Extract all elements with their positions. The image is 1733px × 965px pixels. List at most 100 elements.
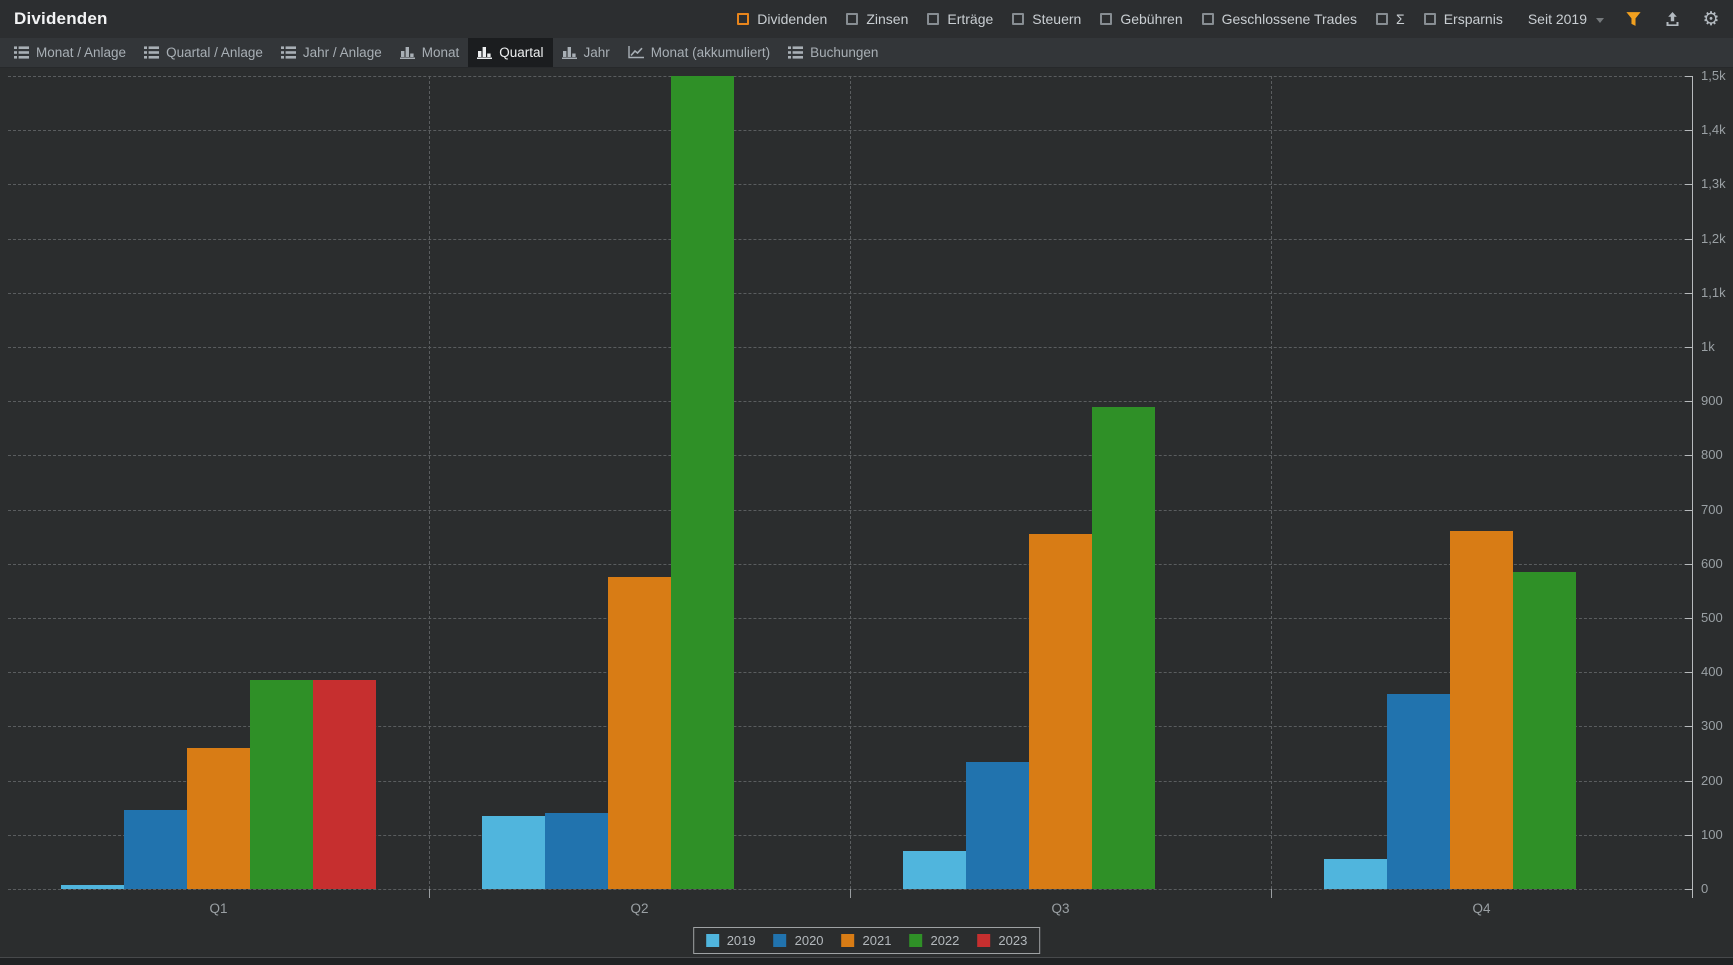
- export-icon[interactable]: [1662, 9, 1682, 29]
- bar-2022-Q1[interactable]: [250, 680, 313, 889]
- axis-tick-y-800: [1685, 455, 1692, 457]
- legend-label: 2022: [930, 933, 960, 948]
- x-axis-label-q1: Q1: [209, 901, 228, 916]
- bar-2021-Q1[interactable]: [187, 748, 250, 889]
- legend-item-2020[interactable]: 2020: [773, 933, 824, 948]
- axis-tick-y-900: [1685, 401, 1692, 403]
- toolbar-item-monat-anlage[interactable]: Monat / Anlage: [5, 38, 135, 67]
- bar-2022-Q2[interactable]: [671, 76, 734, 889]
- y-axis-label: 800: [1701, 447, 1723, 463]
- window-bottom-edge: [0, 957, 1733, 965]
- y-axis-label: 200: [1701, 772, 1723, 788]
- toolbar-item-jahr[interactable]: Jahr: [553, 38, 619, 67]
- checkbox[interactable]: [927, 13, 940, 25]
- bar-2019-Q2[interactable]: [482, 816, 545, 889]
- bar-2020-Q4[interactable]: [1387, 694, 1450, 889]
- legend-label: 2023: [998, 933, 1028, 948]
- metric-toggle-geschlossene-trades[interactable]: Geschlossene Trades: [1201, 11, 1357, 27]
- metric-toggle-geb-hren[interactable]: Gebühren: [1100, 11, 1183, 27]
- axis-tick-y-1100: [1685, 292, 1692, 294]
- checkbox[interactable]: [846, 13, 859, 25]
- toolbar-item-label: Quartal / Anlage: [166, 45, 263, 60]
- bar-2023-Q1[interactable]: [313, 680, 376, 889]
- metric-toggle-steuern[interactable]: Steuern: [1012, 11, 1081, 27]
- line-chart-icon: [628, 46, 644, 59]
- y-axis-label: 1k: [1701, 339, 1715, 354]
- axis-tick-x-2: [850, 889, 851, 898]
- legend-swatch: [841, 934, 855, 947]
- legend-swatch: [773, 934, 787, 947]
- metric-toggle-dividenden[interactable]: Dividenden: [737, 11, 827, 27]
- axis-tick-y-600: [1685, 563, 1692, 565]
- legend-label: 2021: [862, 933, 892, 948]
- header: Dividenden Dividenden Zinsen Erträge Steuer…: [0, 0, 1733, 38]
- bar-2021-Q4[interactable]: [1450, 531, 1513, 889]
- checkbox[interactable]: [1376, 13, 1389, 25]
- checkbox[interactable]: [1012, 13, 1025, 25]
- axis-tick-y-1200: [1685, 238, 1692, 240]
- toolbar-item-quartal[interactable]: Quartal: [468, 38, 553, 67]
- legend-item-2022[interactable]: 2022: [909, 933, 959, 948]
- gridline-x-3: [1271, 76, 1272, 889]
- toolbar-item-quartal-anlage[interactable]: Quartal / Anlage: [135, 38, 272, 67]
- legend-item-2019[interactable]: 2019: [705, 933, 756, 948]
- filter-icon[interactable]: [1623, 9, 1643, 29]
- bar-2021-Q3[interactable]: [1029, 534, 1092, 889]
- checkbox[interactable]: [1100, 13, 1113, 25]
- gridline-x-1: [429, 76, 430, 889]
- toolbar-item-monat[interactable]: Monat: [391, 38, 469, 67]
- bar-2020-Q3[interactable]: [966, 762, 1029, 889]
- metric-label: Ersparnis: [1443, 11, 1503, 27]
- gridline-x-2: [850, 76, 851, 889]
- list-icon: [280, 46, 296, 59]
- header-controls: Dividenden Zinsen Erträge Steuern Gebühren Ge…: [737, 9, 1721, 29]
- bar-2019-Q3[interactable]: [903, 851, 966, 889]
- bar-2021-Q2[interactable]: [608, 577, 671, 889]
- axis-tick-y-1500: [1685, 76, 1692, 77]
- bar-chart-icon: [399, 46, 415, 59]
- bar-2020-Q2[interactable]: [545, 813, 608, 889]
- y-axis-label: 300: [1701, 718, 1723, 734]
- legend-swatch: [977, 934, 991, 947]
- axis-tick-y-1400: [1685, 130, 1692, 132]
- legend-swatch: [909, 934, 923, 947]
- metric-toggle-ertr-ge[interactable]: Erträge: [927, 11, 993, 27]
- toolbar-item-label: Jahr: [583, 45, 610, 60]
- y-axis-label: 1,5k: [1701, 68, 1726, 83]
- bar-chart-icon: [477, 46, 493, 59]
- toolbar-item-monat-akkumuliert-[interactable]: Monat (akkumuliert): [619, 38, 779, 67]
- legend-item-2021[interactable]: 2021: [841, 933, 892, 948]
- bar-2022-Q3[interactable]: [1092, 407, 1155, 889]
- bar-2020-Q1[interactable]: [124, 810, 187, 889]
- toolbar-item-label: Monat / Anlage: [36, 45, 127, 60]
- axis-tick-y-0: [1685, 889, 1692, 890]
- metric-toggle-zinsen[interactable]: Zinsen: [846, 11, 908, 27]
- axis-tick-y-1300: [1685, 184, 1692, 186]
- legend-swatch: [705, 934, 719, 947]
- y-axis-label: 1,3k: [1701, 176, 1726, 192]
- bar-2019-Q4[interactable]: [1324, 859, 1387, 889]
- legend-label: 2019: [726, 933, 756, 948]
- y-axis-label: 700: [1701, 501, 1723, 517]
- toolbar-item-label: Quartal: [499, 45, 544, 60]
- toolbar-item-buchungen[interactable]: Buchungen: [779, 38, 887, 67]
- checkbox[interactable]: [1423, 13, 1436, 25]
- bar-2019-Q1[interactable]: [61, 885, 124, 889]
- metric-label: Σ: [1396, 11, 1405, 27]
- bar-2022-Q4[interactable]: [1513, 572, 1576, 889]
- legend: 2019 2020 2021 2022 2023: [692, 927, 1041, 954]
- y-axis-label: 1,4k: [1701, 122, 1726, 138]
- metric-toggle--[interactable]: Σ: [1376, 11, 1405, 27]
- axis-tick-y-700: [1685, 509, 1692, 511]
- period-selector[interactable]: Seit 2019: [1528, 11, 1604, 27]
- y-axis-label: 1,1k: [1701, 284, 1726, 300]
- legend-item-2023[interactable]: 2023: [977, 933, 1027, 948]
- metric-toggle-ersparnis[interactable]: Ersparnis: [1423, 11, 1503, 27]
- toolbar-item-jahr-anlage[interactable]: Jahr / Anlage: [272, 38, 391, 67]
- toolbar-item-label: Monat (akkumuliert): [650, 45, 771, 60]
- checkbox[interactable]: [737, 13, 750, 25]
- settings-icon[interactable]: ⚙: [1701, 9, 1721, 29]
- checkbox[interactable]: [1201, 13, 1214, 25]
- axis-tick-x-1: [429, 889, 430, 898]
- y-axis-label: 1,2k: [1701, 230, 1726, 246]
